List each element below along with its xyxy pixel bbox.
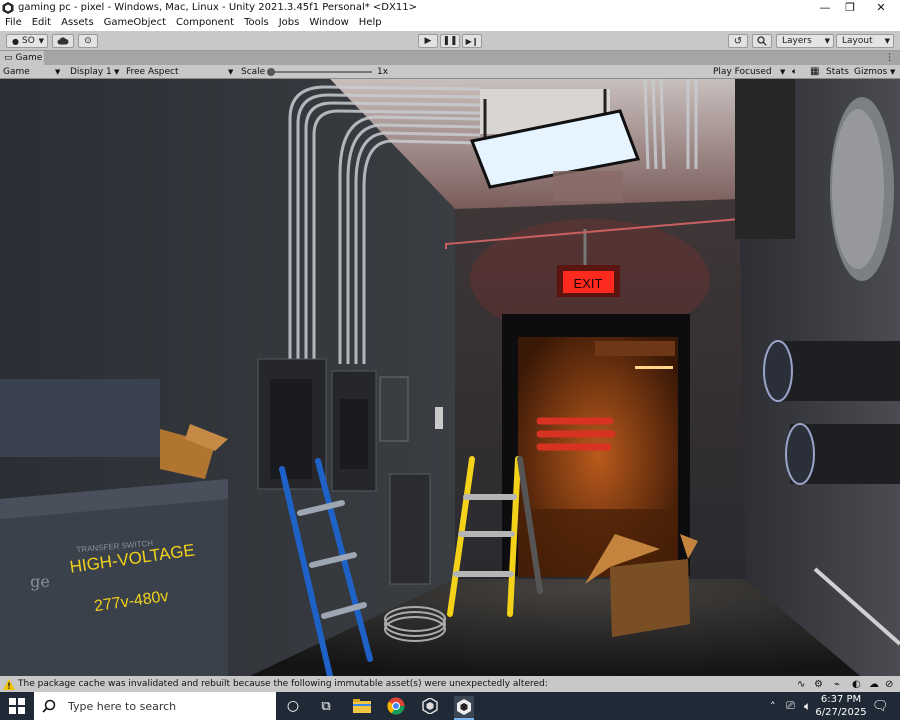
layers-dropdown[interactable]: Layers ▼	[776, 34, 834, 48]
layers-label: Layers	[782, 36, 812, 46]
chevron-down-icon: ▼	[228, 68, 234, 76]
menu-help[interactable]: Help	[354, 15, 387, 31]
chevron-down-icon: ▼	[114, 68, 120, 76]
search-button[interactable]	[752, 34, 772, 48]
exit-sign-label: EXIT	[574, 276, 603, 291]
grid-icon: ▦	[810, 66, 820, 77]
window-title: gaming pc - pixel - Windows, Mac, Linux …	[18, 2, 417, 13]
main-toolbar: ● SO ▼ ⊙ ▶ ❚❚ ▶❙ ↺ Layers ▼ Layout ▼	[0, 31, 900, 51]
game-tab-row: ▭ Game ⋮	[0, 51, 900, 65]
play-mode-dropdown[interactable]: Play Focused	[713, 65, 772, 79]
pause-icon: ❚❚	[442, 36, 458, 46]
more-options-icon[interactable]: ⋮	[885, 51, 894, 65]
chevron-down-icon: ▼	[38, 37, 44, 45]
menu-file[interactable]: File	[0, 15, 27, 31]
account-label: SO	[21, 36, 35, 46]
layout-dropdown[interactable]: Layout ▼	[836, 34, 894, 48]
search-icon	[757, 36, 767, 46]
history-icon: ↺	[733, 35, 743, 47]
menu-assets[interactable]: Assets	[56, 15, 99, 31]
chevron-down-icon: ▼	[780, 68, 786, 76]
search-icon	[42, 699, 56, 713]
cloud-status-icon[interactable]: ☁	[869, 679, 879, 690]
tray-overflow-icon[interactable]: ˄	[770, 692, 776, 720]
menu-gameobject[interactable]: GameObject	[99, 15, 171, 31]
scale-label: Scale	[241, 67, 266, 77]
chevron-down-icon: ▼	[884, 37, 890, 45]
start-button[interactable]	[7, 696, 27, 716]
check-icon: ⊘	[885, 678, 894, 690]
menu-edit[interactable]: Edit	[27, 15, 56, 31]
account-icon: ●	[12, 36, 19, 46]
tab-game[interactable]: ▭ Game	[0, 51, 44, 65]
close-button[interactable]: ✕	[866, 0, 896, 15]
gizmos-button[interactable]: Gizmos	[854, 65, 887, 79]
tab-game-label: Game	[15, 53, 43, 63]
chevron-down-icon: ▼	[890, 68, 896, 76]
account-dropdown[interactable]: ● SO ▼	[6, 34, 48, 48]
unity-logo-icon	[2, 1, 14, 14]
play-button[interactable]: ▶	[418, 34, 438, 48]
scale-slider[interactable]	[267, 68, 372, 76]
game-viewport[interactable]: EXIT TRANSFER SWITCH HIGH-VOLTAGE 277v-4…	[0, 79, 900, 676]
status-bar: The package cache was invalidated and re…	[0, 676, 900, 692]
taskbar-search[interactable]: Type here to search	[34, 692, 276, 720]
unity-hub-icon[interactable]	[420, 696, 440, 716]
warning-icon	[3, 678, 15, 690]
undo-history-button[interactable]: ↺	[728, 34, 748, 48]
tray-app-icon[interactable]: ⎚	[786, 692, 795, 720]
scene-render: EXIT TRANSFER SWITCH HIGH-VOLTAGE 277v-4…	[0, 79, 900, 676]
windows-logo-icon	[9, 698, 25, 714]
progress-icon: ∿	[797, 678, 806, 690]
scale-value: 1x	[377, 67, 389, 77]
cloud-button[interactable]	[52, 34, 74, 48]
menu-jobs[interactable]: Jobs	[274, 15, 305, 31]
game-view-icon: ▭	[4, 53, 13, 63]
step-icon: ▶❙	[465, 36, 479, 46]
volume-icon[interactable]: 🔈︎	[804, 692, 811, 720]
title-bar: gaming pc - pixel - Windows, Mac, Linux …	[0, 0, 900, 15]
ge-logo: ge	[30, 572, 50, 591]
search-placeholder: Type here to search	[68, 699, 177, 713]
clock[interactable]: 6:37 PM 6/27/2025	[815, 692, 866, 720]
menu-component[interactable]: Component	[171, 15, 239, 31]
menu-tools[interactable]: Tools	[239, 15, 274, 31]
chevron-down-icon: ▼	[55, 68, 61, 76]
layout-label: Layout	[842, 36, 873, 46]
view-mode-dropdown[interactable]: Game	[3, 65, 30, 79]
clock-time: 6:37 PM	[820, 694, 862, 705]
game-toolbar: Game ▼ Display 1 ▼ Free Aspect ▼ Scale 1…	[0, 65, 900, 79]
step-button[interactable]: ▶❙	[462, 34, 482, 48]
windows-taskbar: Type here to search ○ ⧉ ˄ ⎚ 🔈︎ 6:37 PM 6…	[0, 692, 900, 720]
cloud-icon	[57, 37, 69, 45]
debug-icon[interactable]: ⚙	[814, 679, 823, 690]
unity-editor-icon[interactable]	[454, 696, 474, 720]
display-dropdown[interactable]: Display 1	[70, 65, 112, 79]
scale-slider-handle[interactable]	[267, 68, 275, 76]
collab-icon: ⊙	[84, 36, 92, 46]
task-view-icon[interactable]: ⧉	[316, 696, 336, 716]
collab-button[interactable]: ⊙	[78, 34, 98, 48]
stats-button[interactable]: Stats	[826, 65, 849, 79]
menu-window[interactable]: Window	[304, 15, 353, 31]
pause-button[interactable]: ❚❚	[440, 34, 460, 48]
audio-icon[interactable]: 🔈︎	[792, 65, 797, 79]
chevron-down-icon: ▼	[824, 37, 830, 45]
chrome-icon[interactable]	[386, 696, 406, 716]
status-message[interactable]: The package cache was invalidated and re…	[18, 679, 548, 689]
clock-date: 6/27/2025	[815, 707, 867, 718]
menu-bar: File Edit Assets GameObject Component To…	[0, 15, 900, 31]
network-icon: ⌁	[834, 678, 841, 690]
file-explorer-icon[interactable]	[352, 696, 372, 716]
collab-status-icon[interactable]: ◐	[852, 679, 861, 690]
aspect-dropdown[interactable]: Free Aspect	[126, 65, 179, 79]
cortana-icon[interactable]: ○	[283, 696, 303, 716]
notification-icon[interactable]: 🗨︎	[872, 692, 889, 720]
maximize-button[interactable]: ❐	[835, 0, 865, 15]
play-icon: ▶	[424, 36, 432, 46]
